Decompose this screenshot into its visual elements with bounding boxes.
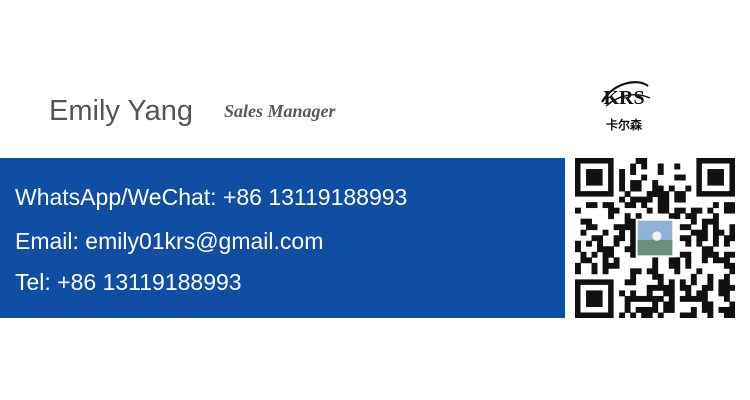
whatsapp-wechat-line: WhatsApp/WeChat: +86 13119188993 [15,184,408,210]
logo-subtitle: 卡尔森 [605,118,642,132]
krs-logo-icon: KRS [601,81,651,109]
email-line: Email: emily01krs@gmail.com [15,228,324,254]
person-name: Emily Yang [49,95,193,127]
company-logo: KRS 卡尔森 [592,76,656,136]
contact-band: WhatsApp/WeChat: +86 13119188993 Email: … [0,158,565,318]
job-title: Sales Manager [224,101,336,121]
business-card: Emily Yang Sales Manager KRS 卡尔森 WhatsAp… [0,0,750,400]
qr-code-icon [575,158,735,318]
telephone-line: Tel: +86 13119188993 [15,269,242,295]
logo-mark-text: KRS [603,87,644,109]
